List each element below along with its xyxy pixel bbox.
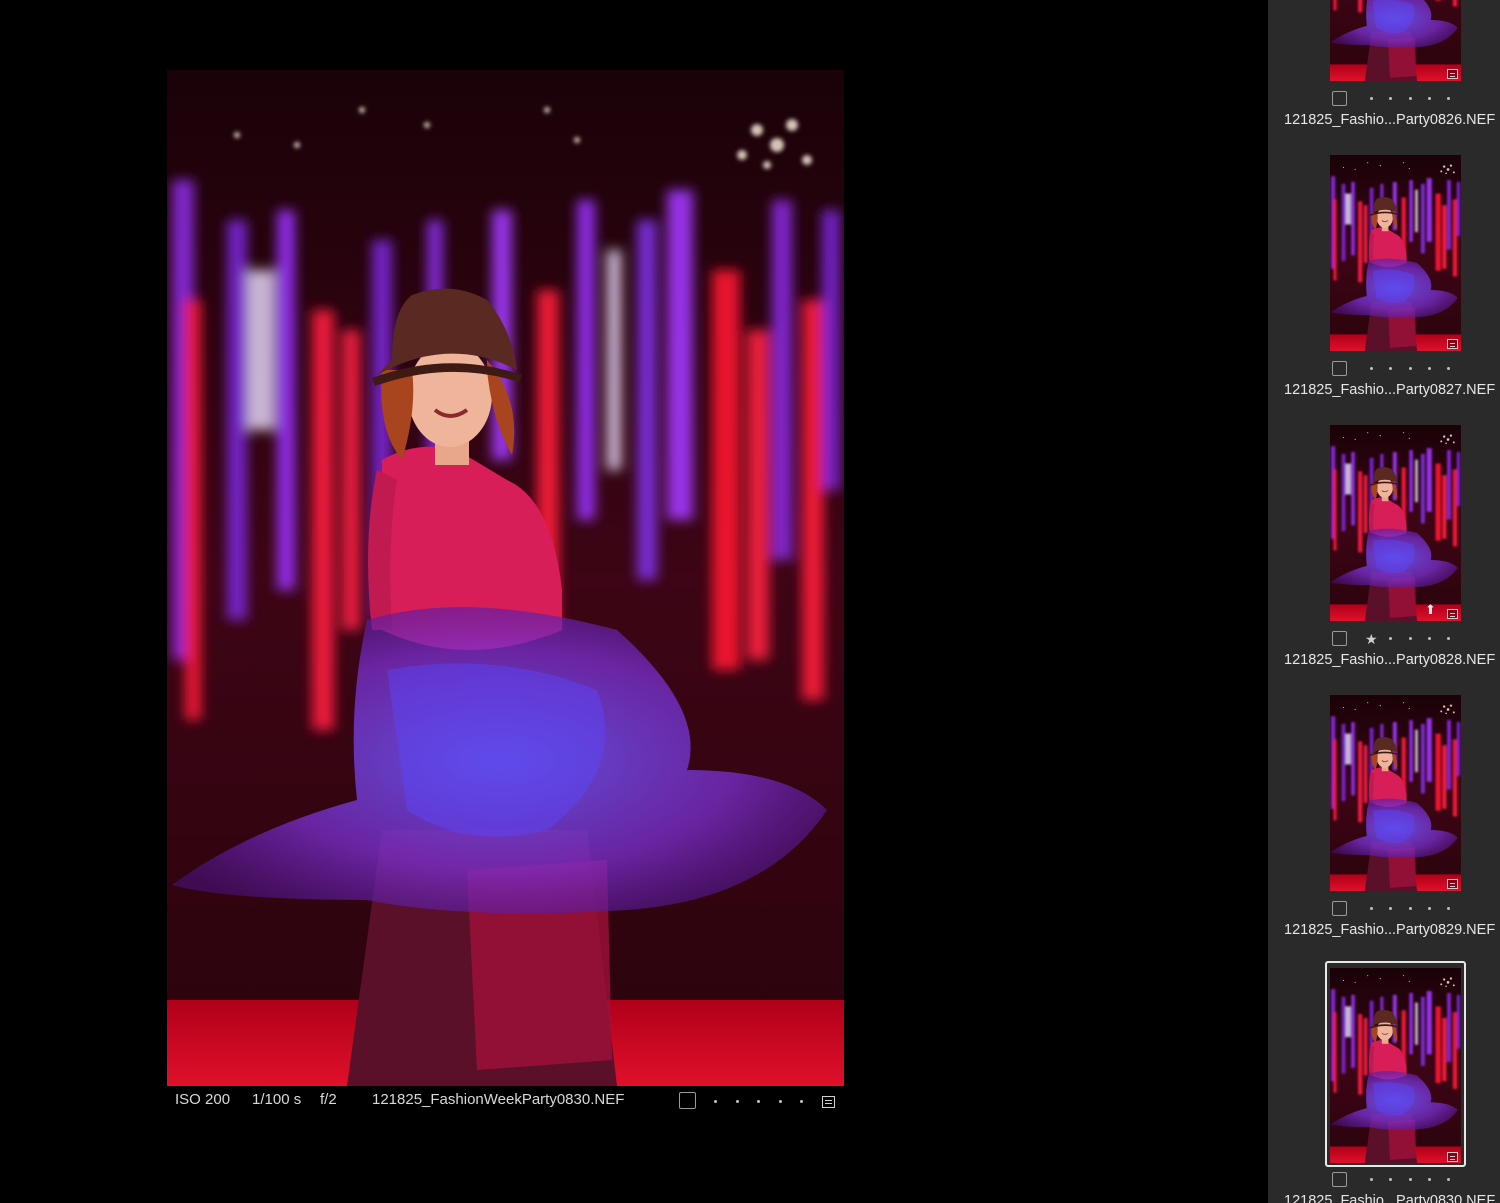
rating-dot[interactable]: [1427, 367, 1431, 370]
image-viewer: ISO 200 1/100 s f/2 121825_FashionWeekPa…: [0, 0, 1268, 1203]
rating-dot[interactable]: [1447, 367, 1451, 370]
metadata-badge-icon: [1447, 879, 1458, 889]
filmstrip-filename: 121825_Fashio...Party0826.NEF: [1284, 112, 1496, 128]
rating-dot[interactable]: [714, 1100, 717, 1103]
rating-dot[interactable]: [1389, 637, 1393, 640]
pick-checkbox[interactable]: [1332, 91, 1347, 106]
shutter-value: 1/100 s: [252, 1091, 302, 1108]
metadata-badge-icon: [1447, 69, 1458, 79]
photo-filename: 121825_FashionWeekParty0830.NEF: [372, 1091, 625, 1108]
pick-checkbox[interactable]: [1332, 1172, 1347, 1187]
iso-value: ISO 200: [175, 1091, 231, 1108]
photo-info-bar: ISO 200 1/100 s f/2 121825_FashionWeekPa…: [167, 1088, 844, 1114]
filmstrip-filename: 121825_Fashio...Party0830.NEF: [1284, 1193, 1496, 1203]
main-photo[interactable]: [167, 70, 844, 1086]
filmstrip-cell[interactable]: 121825_Fashio...Party0827.NEF: [1268, 155, 1500, 425]
filmstrip-thumbnail[interactable]: ⬆: [1330, 425, 1461, 621]
rating-dot[interactable]: [1389, 907, 1393, 910]
filmstrip-thumbnail[interactable]: [1330, 155, 1461, 351]
filmstrip-cell[interactable]: 121825_Fashio...Party0829.NEF: [1268, 695, 1500, 965]
upload-icon: ⬆: [1425, 602, 1436, 617]
rating-dot[interactable]: [1408, 97, 1412, 100]
rating-dot[interactable]: [1427, 637, 1431, 640]
rating-dot[interactable]: [757, 1100, 760, 1103]
rating-dot[interactable]: [1427, 907, 1431, 910]
rating-dot[interactable]: [735, 1100, 739, 1103]
filmstrip: 121825_Fashio...Party0826.NEF 121825_Fash…: [1268, 0, 1500, 1203]
filmstrip-cell[interactable]: 121825_Fashio...Party0830.NEF: [1268, 961, 1500, 1203]
rating-dot[interactable]: [1389, 367, 1393, 370]
metadata-badge-icon: [1447, 1152, 1458, 1162]
filmstrip-filename: 121825_Fashio...Party0827.NEF: [1284, 382, 1496, 398]
rating-dot[interactable]: [1427, 1178, 1431, 1181]
rating-star-icon[interactable]: ★: [1365, 632, 1378, 646]
rating-dot[interactable]: [1447, 637, 1451, 640]
rating-dot[interactable]: [1408, 637, 1412, 640]
rating-dot[interactable]: [778, 1100, 782, 1103]
rating-dot[interactable]: [1370, 97, 1373, 100]
pick-checkbox[interactable]: [1332, 901, 1347, 916]
filmstrip-filename: 121825_Fashio...Party0829.NEF: [1284, 922, 1496, 938]
filmstrip-filename: 121825_Fashio...Party0828.NEF: [1284, 652, 1496, 668]
pick-checkbox[interactable]: [1332, 631, 1347, 646]
rating-dot[interactable]: [1427, 97, 1431, 100]
rating-dot[interactable]: [1370, 907, 1373, 910]
rating-dot[interactable]: [800, 1100, 803, 1103]
rating-dot[interactable]: [1370, 367, 1373, 370]
rating-dot[interactable]: [1408, 907, 1412, 910]
main-photo-image: [167, 70, 844, 1086]
rating-dot[interactable]: [1408, 1178, 1412, 1181]
filmstrip-cell[interactable]: 121825_Fashio...Party0826.NEF: [1268, 0, 1500, 155]
pick-checkbox[interactable]: [1332, 361, 1347, 376]
rating-dot[interactable]: [1408, 367, 1412, 370]
rating-dot[interactable]: [1389, 97, 1393, 100]
rating-dot[interactable]: [1447, 907, 1451, 910]
aperture-value: f/2: [320, 1091, 337, 1108]
rating-dot[interactable]: [1447, 97, 1451, 100]
filmstrip-thumbnail[interactable]: [1330, 968, 1461, 1163]
filmstrip-cell[interactable]: ⬆ ★ 121825_Fashio...Party0828.NEF: [1268, 425, 1500, 695]
rating-dot[interactable]: [1389, 1178, 1393, 1181]
filmstrip-thumbnail[interactable]: [1330, 695, 1461, 891]
rating-dot[interactable]: [1370, 1178, 1373, 1181]
filmstrip-thumbnail[interactable]: [1330, 0, 1461, 81]
metadata-badge-icon: [1447, 609, 1458, 619]
rating-dot[interactable]: [1447, 1178, 1451, 1181]
metadata-badge-icon: [1447, 339, 1458, 349]
pick-checkbox[interactable]: [679, 1092, 696, 1109]
metadata-badge-icon[interactable]: [822, 1096, 835, 1108]
